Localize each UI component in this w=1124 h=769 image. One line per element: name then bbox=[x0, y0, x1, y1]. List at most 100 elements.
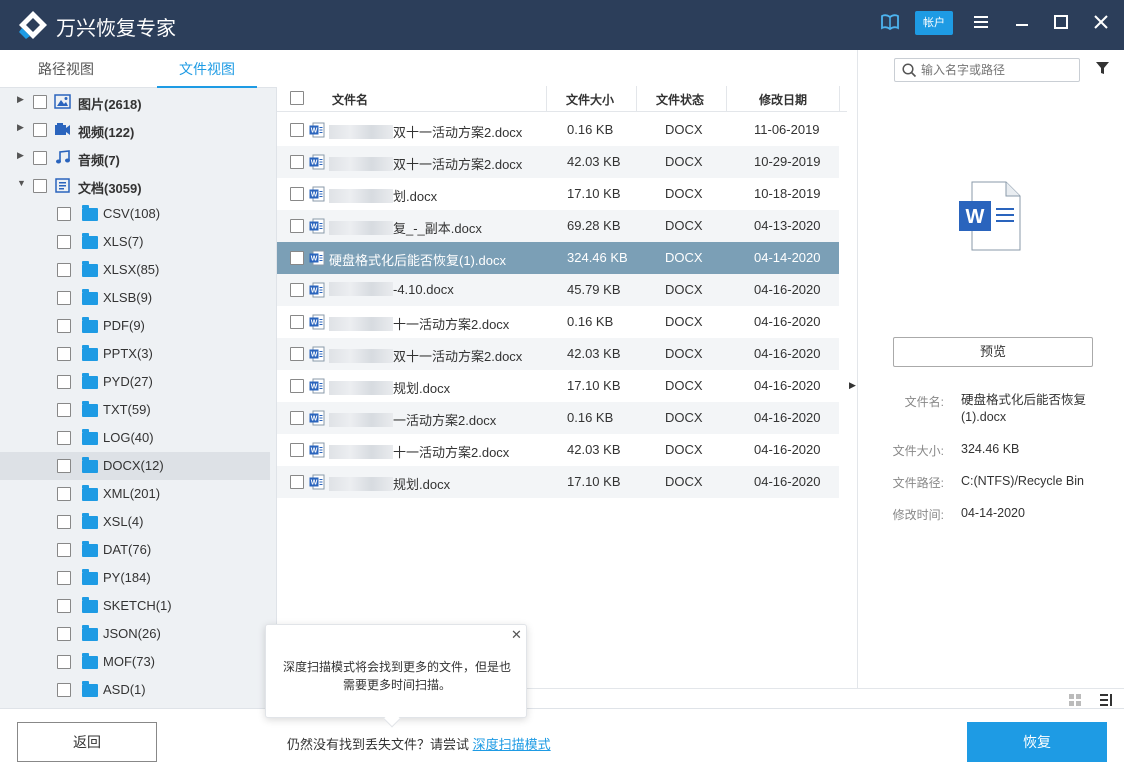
tree-subnode[interactable]: PY(184) bbox=[0, 564, 270, 592]
tree-subnode[interactable]: DOCX(12) bbox=[0, 452, 270, 480]
tab-file-view[interactable]: 文件视图 bbox=[157, 50, 257, 88]
tree-subnode[interactable]: JSON(26) bbox=[0, 620, 270, 648]
collapse-arrow-icon[interactable]: ▶ bbox=[849, 380, 856, 391]
tree-subnode[interactable]: ASD(1) bbox=[0, 676, 270, 704]
tree-subnode[interactable]: MOF(73) bbox=[0, 648, 270, 676]
tree-subnode[interactable]: XSL(4) bbox=[0, 508, 270, 536]
row-checkbox[interactable] bbox=[290, 347, 304, 361]
tree-checkbox[interactable] bbox=[57, 291, 71, 305]
tree-subnode[interactable]: DAT(76) bbox=[0, 536, 270, 564]
tree-subnode[interactable]: LOG(40) bbox=[0, 424, 270, 452]
tree-checkbox[interactable] bbox=[57, 431, 71, 445]
tree-subnode[interactable]: XLSX(85) bbox=[0, 256, 270, 284]
close-icon[interactable] bbox=[1089, 13, 1113, 35]
table-row[interactable]: W 复_-_副本.docx 69.28 KB DOCX 04-13-2020 bbox=[277, 210, 839, 242]
row-checkbox[interactable] bbox=[290, 475, 304, 489]
column-divider[interactable] bbox=[546, 86, 547, 112]
table-row[interactable]: W 双十一活动方案2.docx 42.03 KB DOCX 10-29-2019 bbox=[277, 146, 839, 178]
back-button[interactable]: 返回 bbox=[17, 722, 157, 762]
table-row[interactable]: W 十一活动方案2.docx 0.16 KB DOCX 04-16-2020 bbox=[277, 306, 839, 338]
minimize-icon[interactable] bbox=[1010, 13, 1034, 35]
preview-button[interactable]: 预览 bbox=[893, 337, 1093, 367]
menu-icon[interactable] bbox=[969, 13, 993, 35]
row-checkbox[interactable] bbox=[290, 379, 304, 393]
tree-subnode[interactable]: XLS(7) bbox=[0, 228, 270, 256]
deep-scan-link[interactable]: 深度扫描模式 bbox=[473, 737, 551, 752]
column-date[interactable]: 修改日期 bbox=[759, 91, 807, 108]
tree-subnode[interactable]: TXT(59) bbox=[0, 396, 270, 424]
tree-subnode[interactable]: XLSB(9) bbox=[0, 284, 270, 312]
tree-subnode[interactable]: CSV(108) bbox=[0, 200, 270, 228]
row-checkbox[interactable] bbox=[290, 155, 304, 169]
tree-checkbox[interactable] bbox=[57, 347, 71, 361]
tree-checkbox[interactable] bbox=[57, 207, 71, 221]
tree-checkbox[interactable] bbox=[57, 599, 71, 613]
tree-node-music[interactable]: ▶ 音频(7) bbox=[0, 144, 270, 172]
row-checkbox[interactable] bbox=[290, 283, 304, 297]
tree-subnode[interactable]: PPTX(3) bbox=[0, 340, 270, 368]
table-row[interactable]: W 一活动方案2.docx 0.16 KB DOCX 04-16-2020 bbox=[277, 402, 839, 434]
table-row[interactable]: W 规划.docx 17.10 KB DOCX 04-16-2020 bbox=[277, 466, 839, 498]
table-row[interactable]: W 规划.docx 17.10 KB DOCX 04-16-2020 bbox=[277, 370, 839, 402]
tree-checkbox[interactable] bbox=[33, 151, 47, 165]
row-checkbox[interactable] bbox=[290, 187, 304, 201]
tree-checkbox[interactable] bbox=[57, 319, 71, 333]
table-row[interactable]: W 划.docx 17.10 KB DOCX 10-18-2019 bbox=[277, 178, 839, 210]
tree-subnode[interactable]: SKETCH(1) bbox=[0, 592, 270, 620]
tree-checkbox[interactable] bbox=[57, 571, 71, 585]
row-checkbox[interactable] bbox=[290, 315, 304, 329]
grid-view-icon[interactable] bbox=[1068, 693, 1082, 707]
search-box[interactable] bbox=[894, 58, 1080, 82]
account-button[interactable]: 帐户 bbox=[915, 11, 953, 35]
table-row[interactable]: W 双十一活动方案2.docx 0.16 KB DOCX 11-06-2019 bbox=[277, 114, 839, 146]
tree-checkbox[interactable] bbox=[57, 375, 71, 389]
tree-checkbox[interactable] bbox=[33, 123, 47, 137]
chevron-right-icon[interactable]: ▶ bbox=[17, 94, 24, 105]
row-checkbox[interactable] bbox=[290, 443, 304, 457]
tree-node-document[interactable]: ▼ 文档(3059) bbox=[0, 172, 270, 200]
tab-path-view[interactable]: 路径视图 bbox=[6, 50, 126, 88]
column-name[interactable]: 文件名 bbox=[332, 91, 368, 108]
chevron-right-icon[interactable]: ▶ bbox=[17, 150, 24, 161]
tree-checkbox[interactable] bbox=[57, 459, 71, 473]
chevron-right-icon[interactable]: ▶ bbox=[17, 122, 24, 133]
row-checkbox[interactable] bbox=[290, 251, 304, 265]
filter-icon[interactable] bbox=[1095, 61, 1110, 76]
tree-node-image[interactable]: ▶ 图片(2618) bbox=[0, 88, 270, 116]
tree-subnode[interactable]: PDF(9) bbox=[0, 312, 270, 340]
row-checkbox[interactable] bbox=[290, 123, 304, 137]
tree-checkbox[interactable] bbox=[57, 543, 71, 557]
row-checkbox[interactable] bbox=[290, 219, 304, 233]
tree-checkbox[interactable] bbox=[57, 263, 71, 277]
tree-checkbox[interactable] bbox=[33, 95, 47, 109]
table-row[interactable]: W -4.10.docx 45.79 KB DOCX 04-16-2020 bbox=[277, 274, 839, 306]
column-divider[interactable] bbox=[839, 86, 840, 112]
guide-book-icon[interactable] bbox=[878, 13, 902, 36]
search-input[interactable] bbox=[921, 62, 1071, 78]
column-divider[interactable] bbox=[726, 86, 727, 112]
tree-checkbox[interactable] bbox=[57, 487, 71, 501]
recover-button[interactable]: 恢复 bbox=[967, 722, 1107, 762]
table-row[interactable]: W 硬盘格式化后能否恢复(1).docx 324.46 KB DOCX 04-14-20… bbox=[277, 242, 839, 274]
tree-checkbox[interactable] bbox=[33, 179, 47, 193]
tree-checkbox[interactable] bbox=[57, 627, 71, 641]
tree-checkbox[interactable] bbox=[57, 403, 71, 417]
tree-node-video[interactable]: ▶ 视频(122) bbox=[0, 116, 270, 144]
popup-close-icon[interactable]: ✕ bbox=[511, 627, 522, 643]
column-status[interactable]: 文件状态 bbox=[656, 91, 704, 108]
chevron-down-icon[interactable]: ▼ bbox=[17, 178, 26, 188]
maximize-icon[interactable] bbox=[1049, 13, 1073, 35]
tree-checkbox[interactable] bbox=[57, 683, 71, 697]
tree-subnode[interactable]: XML(201) bbox=[0, 480, 270, 508]
tree-checkbox[interactable] bbox=[57, 655, 71, 669]
row-checkbox[interactable] bbox=[290, 411, 304, 425]
tree-checkbox[interactable] bbox=[57, 235, 71, 249]
column-divider[interactable] bbox=[636, 86, 637, 112]
select-all-checkbox[interactable] bbox=[290, 91, 304, 105]
column-size[interactable]: 文件大小 bbox=[566, 91, 614, 108]
table-row[interactable]: W 十一活动方案2.docx 42.03 KB DOCX 04-16-2020 bbox=[277, 434, 839, 466]
tree-checkbox[interactable] bbox=[57, 515, 71, 529]
list-view-icon[interactable] bbox=[1099, 693, 1114, 707]
table-row[interactable]: W 双十一活动方案2.docx 42.03 KB DOCX 04-16-2020 bbox=[277, 338, 839, 370]
tree-subnode[interactable]: PYD(27) bbox=[0, 368, 270, 396]
